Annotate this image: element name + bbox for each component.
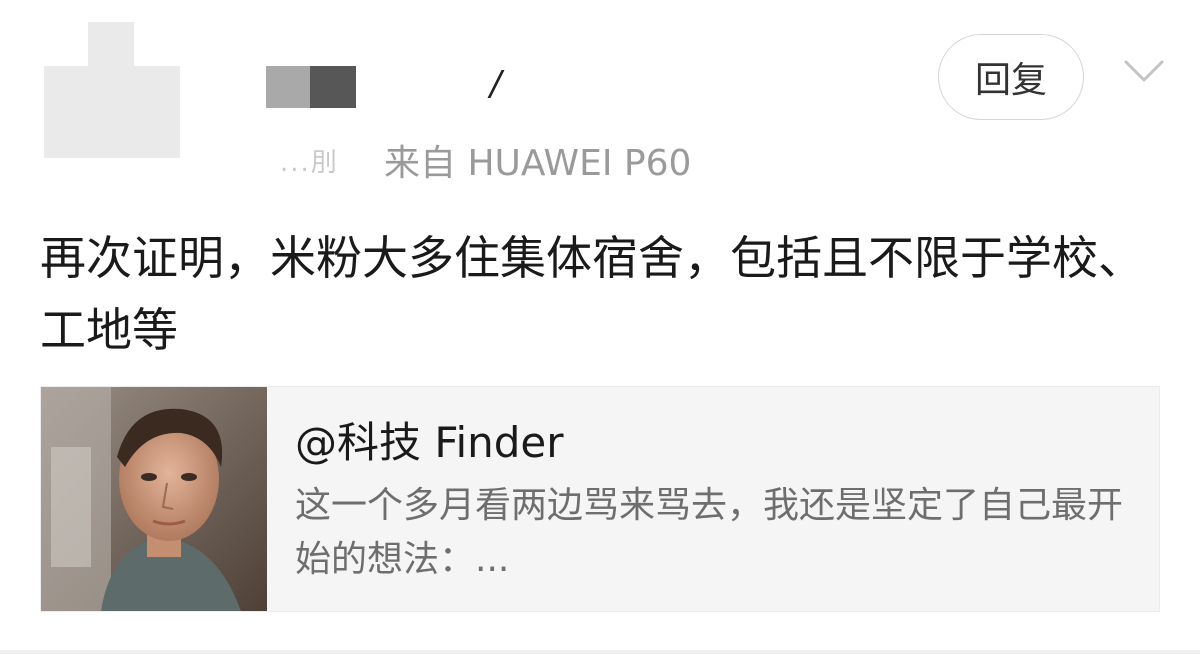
username-blur-right [310,66,356,108]
post-source: 来自 HUAWEI P60 [384,143,692,184]
quoted-post-title[interactable]: @科技 Finder [295,409,564,470]
username-suffix: / [490,64,502,104]
post-content: 再次证明，米粉大多住集体宿舍，包括且不限于学校、工地等 [40,231,1144,357]
divider [0,650,1200,654]
avatar[interactable] [44,22,180,158]
post-time: ...刖 [280,147,339,178]
username-blur-left [266,66,310,108]
chevron-down-icon[interactable] [1124,56,1164,86]
reply-button[interactable]: 回复 [938,34,1084,120]
quoted-post-thumbnail [41,387,267,611]
username[interactable]: / [266,64,566,108]
quoted-post-card[interactable]: @科技 Finder 这一个多月看两边骂来骂去，我还是坚定了自己最开始的想法：.… [40,386,1160,612]
post-meta: ...刖 来自 HUAWEI P60 [280,138,691,184]
quoted-post-excerpt: 这一个多月看两边骂来骂去，我还是坚定了自己最开始的想法：... [295,485,1124,580]
